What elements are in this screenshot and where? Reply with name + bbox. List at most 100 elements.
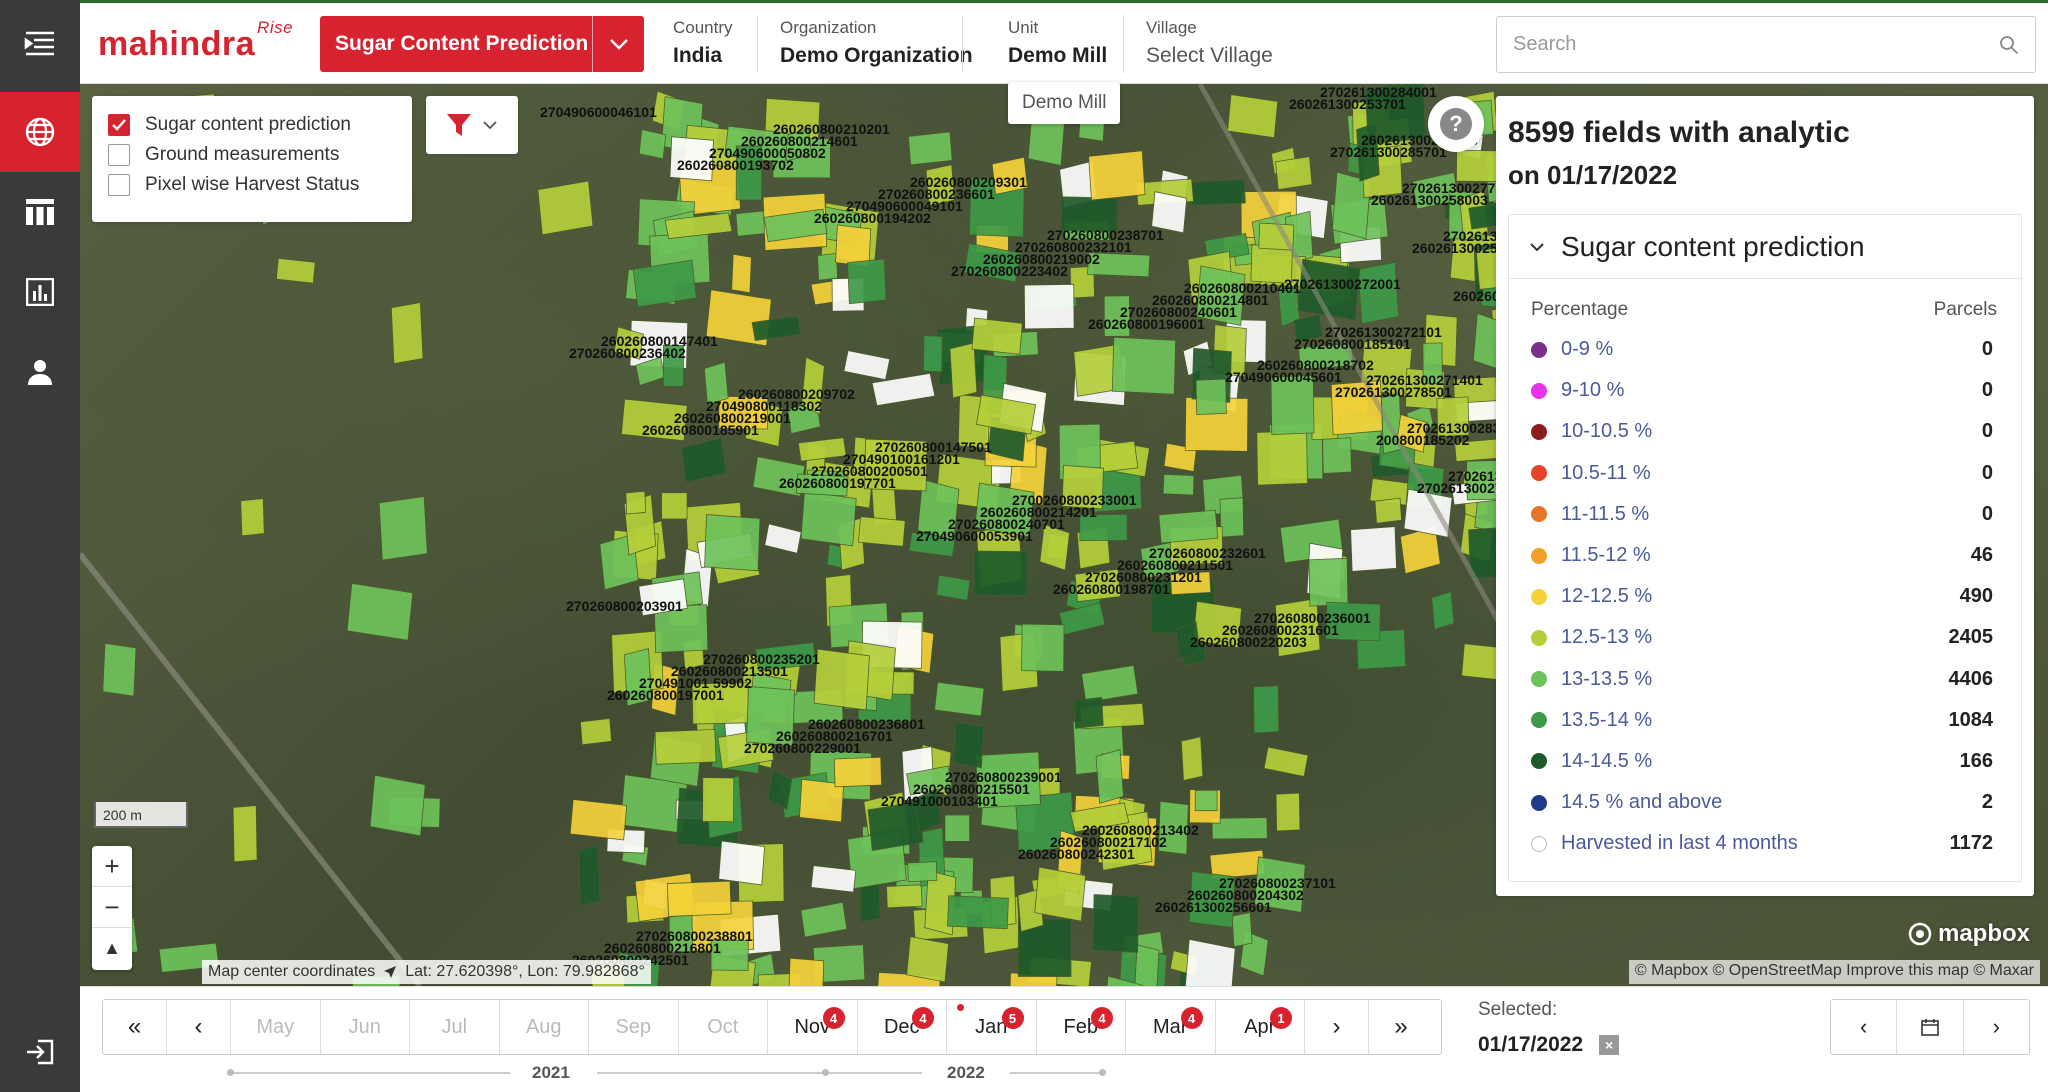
chevron-down-icon[interactable]: [592, 16, 644, 72]
field-parcel[interactable]: [1180, 736, 1204, 782]
legend-row[interactable]: 13.5-14 % 1084: [1509, 700, 2021, 741]
field-parcel[interactable]: [843, 350, 891, 381]
month-dec[interactable]: Dec 4: [858, 1000, 947, 1054]
field-parcel[interactable]: [378, 496, 428, 561]
country-value[interactable]: India: [673, 44, 733, 68]
field-parcel[interactable]: [625, 490, 647, 515]
field-parcel[interactable]: [906, 936, 950, 983]
prev-date-button[interactable]: ‹: [1831, 1000, 1898, 1054]
field-parcel[interactable]: [638, 129, 667, 160]
field-parcel[interactable]: [947, 895, 1009, 930]
module-label[interactable]: Sugar Content Prediction: [320, 32, 592, 56]
legend-row[interactable]: 11.5-12 % 46: [1509, 535, 2021, 576]
next-date-button[interactable]: ›: [1964, 1000, 2029, 1054]
field-parcel[interactable]: [1431, 591, 1455, 630]
field-parcel[interactable]: [1263, 746, 1309, 778]
field-parcel[interactable]: [1134, 944, 1160, 986]
field-parcel[interactable]: [1308, 557, 1349, 607]
field-parcel[interactable]: [577, 844, 601, 907]
logout-icon[interactable]: [0, 1012, 80, 1092]
legend-row[interactable]: Harvested in last 4 months 1172: [1509, 823, 2021, 864]
country-field[interactable]: Country India: [673, 18, 747, 68]
globe-icon[interactable]: [0, 92, 80, 172]
field-parcel[interactable]: [1081, 664, 1139, 703]
help-icon[interactable]: ?: [1428, 96, 1484, 152]
filter-button[interactable]: [426, 96, 518, 154]
field-parcel[interactable]: [232, 805, 258, 863]
search-box[interactable]: [1496, 16, 2036, 73]
first-page-button[interactable]: «: [103, 1000, 167, 1054]
field-parcel[interactable]: [1034, 866, 1087, 922]
field-parcel[interactable]: [953, 721, 985, 769]
legend-row[interactable]: 10-10.5 % 0: [1509, 411, 2021, 452]
field-parcel[interactable]: [661, 492, 688, 520]
field-parcel[interactable]: [800, 491, 857, 547]
month-jan[interactable]: Jan 5: [947, 1000, 1037, 1054]
month-apr[interactable]: Apr 1: [1216, 1000, 1305, 1054]
organization-field[interactable]: Organization Demo Organization: [780, 18, 987, 68]
next-page-button[interactable]: ›: [1305, 1000, 1369, 1054]
zoom-out-button[interactable]: −: [92, 887, 132, 928]
legend-row[interactable]: 9-10 % 0: [1509, 370, 2021, 411]
field-parcel[interactable]: [240, 498, 265, 537]
field-parcel[interactable]: [632, 259, 697, 308]
bar-chart-icon[interactable]: [0, 252, 80, 332]
layer-toggle[interactable]: Ground measurements: [108, 140, 396, 170]
last-page-button[interactable]: »: [1369, 1000, 1433, 1054]
section-header[interactable]: Sugar content prediction: [1509, 215, 2021, 279]
organization-value[interactable]: Demo Organization: [780, 44, 973, 68]
legend-row[interactable]: 11-11.5 % 0: [1509, 494, 2021, 535]
month-nov[interactable]: Nov 4: [768, 1000, 858, 1054]
legend-row[interactable]: 13-13.5 % 4406: [1509, 659, 2021, 700]
field-parcel[interactable]: [767, 769, 793, 811]
field-parcel[interactable]: [1227, 94, 1279, 139]
field-parcel[interactable]: [704, 514, 761, 572]
field-parcel[interactable]: [702, 777, 735, 823]
field-parcel[interactable]: [1195, 378, 1227, 415]
field-parcel[interactable]: [1231, 911, 1253, 948]
month-mar[interactable]: Mar 4: [1126, 1000, 1216, 1054]
layer-checkbox[interactable]: [108, 174, 130, 196]
field-parcel[interactable]: [1374, 497, 1403, 524]
field-parcel[interactable]: [1275, 156, 1313, 191]
field-parcel[interactable]: [1092, 894, 1140, 953]
field-parcel[interactable]: [1322, 437, 1352, 474]
layer-checkbox[interactable]: [108, 144, 130, 166]
field-parcel[interactable]: [1184, 938, 1236, 986]
field-parcel[interactable]: [907, 131, 953, 166]
field-parcel[interactable]: [580, 717, 612, 746]
field-parcel[interactable]: [1194, 790, 1218, 812]
field-parcel[interactable]: [537, 180, 594, 236]
compass-button[interactable]: ▲: [92, 928, 132, 969]
field-parcel[interactable]: [369, 774, 426, 837]
field-parcel[interactable]: [1095, 749, 1124, 804]
field-parcel[interactable]: [1021, 623, 1065, 672]
menu-toggle-icon[interactable]: [0, 4, 80, 84]
table-icon[interactable]: [0, 172, 80, 252]
field-parcel[interactable]: [886, 884, 923, 909]
field-parcel[interactable]: [817, 252, 838, 281]
legend-row[interactable]: 12-12.5 % 490: [1509, 576, 2021, 617]
field-parcel[interactable]: [907, 861, 938, 883]
field-parcel[interactable]: [800, 901, 848, 938]
field-parcel[interactable]: [813, 648, 870, 711]
field-parcel[interactable]: [847, 258, 887, 305]
field-parcel[interactable]: [731, 253, 752, 294]
field-parcel[interactable]: [1253, 685, 1280, 734]
field-parcel[interactable]: [1357, 261, 1400, 325]
search-input[interactable]: [1497, 17, 2035, 72]
field-parcel[interactable]: [923, 335, 943, 373]
field-parcel[interactable]: [788, 957, 825, 986]
prev-page-button[interactable]: ‹: [167, 1000, 231, 1054]
legend-row[interactable]: 14.5 % and above 2: [1509, 782, 2021, 823]
field-parcel[interactable]: [666, 880, 732, 917]
field-parcel[interactable]: [1073, 696, 1104, 729]
village-value[interactable]: Select Village: [1146, 44, 1273, 68]
field-parcel[interactable]: [949, 342, 978, 399]
field-parcel[interactable]: [835, 224, 872, 267]
field-parcel[interactable]: [858, 516, 906, 547]
zoom-in-button[interactable]: +: [92, 846, 132, 887]
field-parcel[interactable]: [1350, 526, 1397, 572]
field-parcel[interactable]: [102, 642, 137, 697]
field-parcel[interactable]: [971, 317, 1023, 355]
